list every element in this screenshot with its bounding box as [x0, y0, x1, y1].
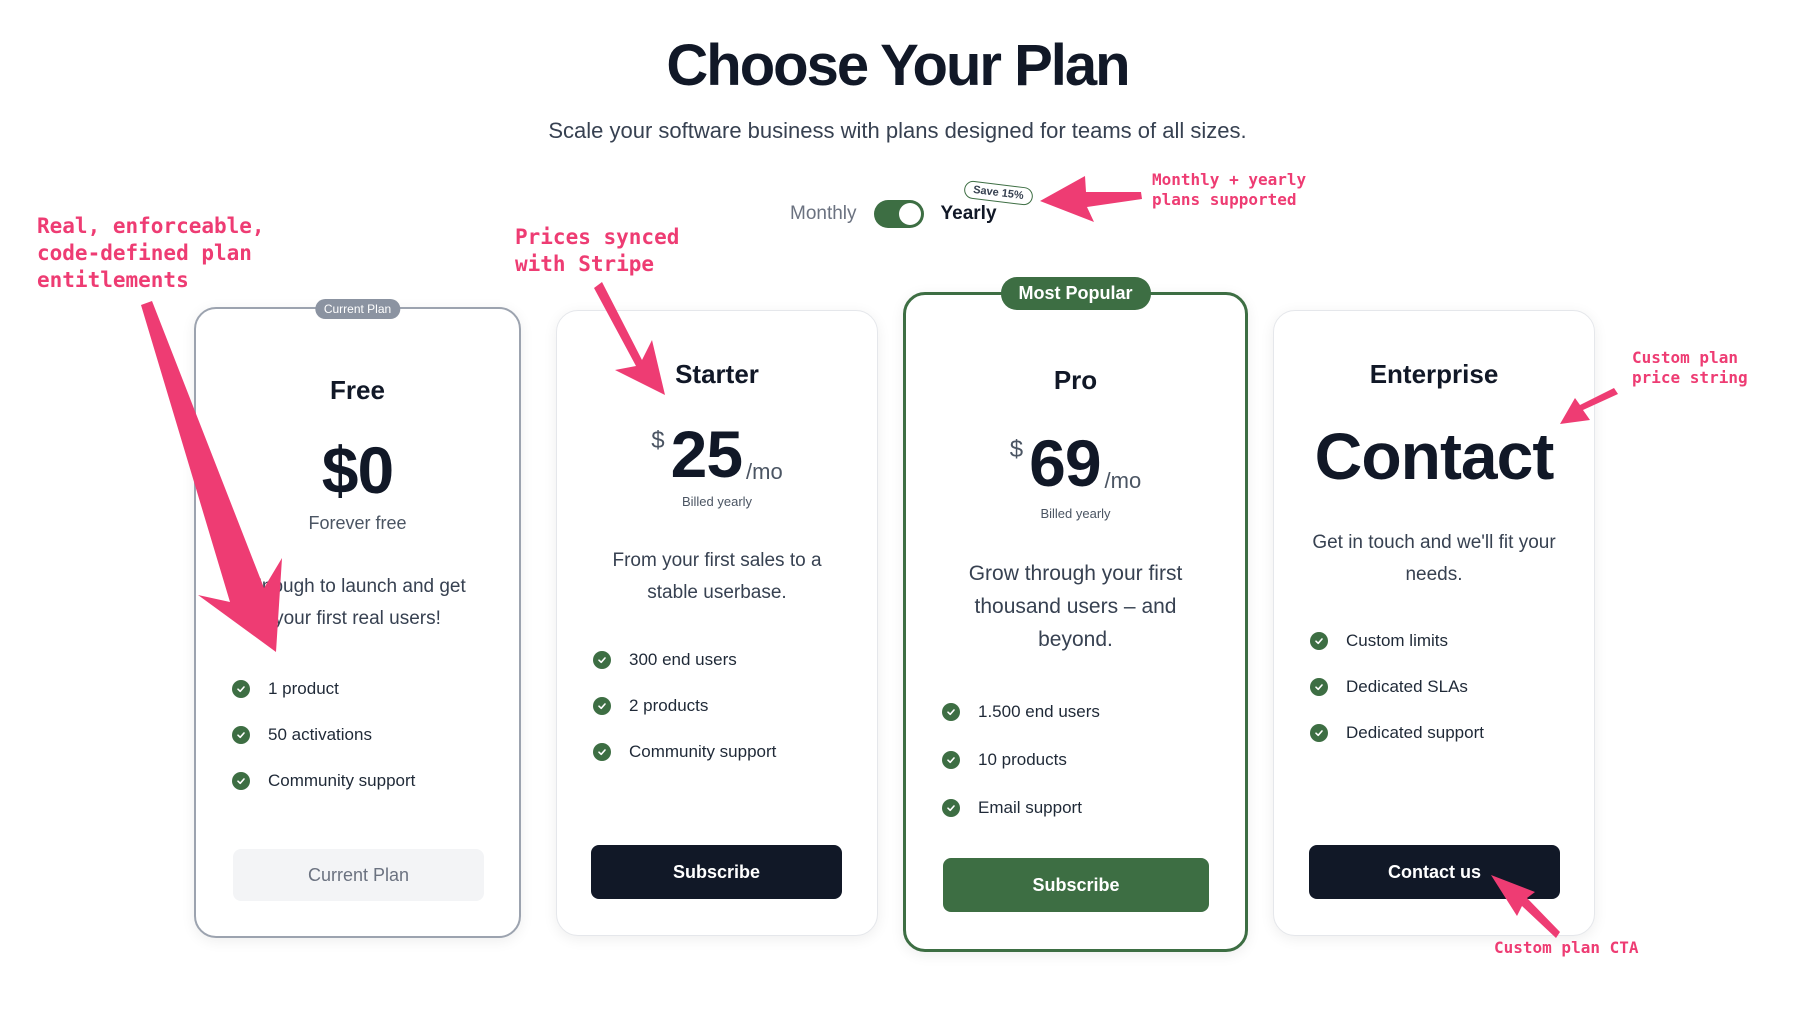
feature-label: 1 product	[268, 679, 339, 698]
feature-item: 10 products	[942, 736, 1225, 784]
feature-list: 1.500 end users 10 products Email suppor…	[942, 688, 1225, 832]
annotation-entitlements: Real, enforceable, code-defined plan ent…	[37, 214, 265, 292]
price-amount: 69	[1029, 426, 1101, 500]
current-plan-tag: Current Plan	[314, 299, 401, 319]
plan-description: Grow through your first thousand users –…	[968, 562, 1183, 651]
plan-name: Enterprise	[1369, 359, 1499, 389]
billing-toggle[interactable]	[873, 200, 924, 228]
plan-description: Enough to launch and get your first real…	[249, 576, 466, 629]
annotation-custom-cta: Custom plan CTA	[1494, 938, 1639, 957]
feature-label: 50 activations	[268, 725, 372, 744]
price-note: Billed yearly	[681, 494, 753, 509]
feature-label: Dedicated support	[1346, 723, 1484, 742]
check-icon	[942, 799, 960, 817]
feature-label: Email support	[978, 798, 1082, 817]
subscribe-starter-button[interactable]: Subscribe	[591, 845, 842, 899]
check-icon	[232, 680, 250, 698]
page-subtitle: Scale your software business with plans …	[548, 118, 1247, 143]
subscribe-pro-button[interactable]: Subscribe	[943, 858, 1209, 912]
check-icon	[1310, 678, 1328, 696]
feature-item: 1 product	[232, 666, 499, 712]
plan-card-free: Current Plan Free $0 Forever free Enough…	[194, 299, 521, 938]
page-title: Choose Your Plan	[666, 33, 1130, 98]
feature-item: Dedicated support	[1310, 710, 1574, 756]
check-icon	[1310, 632, 1328, 650]
feature-label: 2 products	[629, 696, 709, 715]
feature-list: 300 end users 2 products Community suppo…	[593, 637, 857, 775]
plan-name: Pro	[1053, 365, 1098, 395]
check-icon	[1310, 724, 1328, 742]
plan-name: Starter	[675, 359, 759, 389]
check-icon	[942, 751, 960, 769]
check-icon	[232, 726, 250, 744]
feature-label: Dedicated SLAs	[1346, 677, 1468, 696]
feature-label: 1.500 end users	[978, 702, 1100, 721]
price-period: /mo	[1104, 468, 1142, 493]
plan-description: Get in touch and we'll fit your needs.	[1312, 532, 1556, 585]
feature-item: 1.500 end users	[942, 688, 1225, 736]
most-popular-tag: Most Popular	[1000, 277, 1151, 310]
price-currency: $	[1009, 436, 1024, 463]
feature-list: 1 product 50 activations Community suppo…	[232, 666, 499, 804]
price-note: Forever free	[308, 513, 407, 533]
check-icon	[593, 743, 611, 761]
contact-us-button[interactable]: Contact us	[1309, 845, 1560, 899]
feature-list: Custom limits Dedicated SLAs Dedicated s…	[1310, 618, 1574, 756]
plan-card-enterprise: Enterprise Contact Get in touch and we'l…	[1273, 310, 1595, 936]
price: $0	[196, 437, 519, 503]
check-icon	[593, 697, 611, 715]
plan-card-pro: Most Popular Pro $ 69 /mo Billed yearly …	[903, 277, 1248, 952]
price-note: Billed yearly	[1040, 506, 1111, 521]
feature-item: 2 products	[593, 683, 857, 729]
feature-label: 300 end users	[629, 650, 737, 669]
price-currency: $	[651, 427, 665, 454]
check-icon	[232, 772, 250, 790]
billing-period-switch: Monthly Yearly	[790, 197, 997, 231]
annotation-custom-price: Custom plan price string	[1632, 348, 1748, 387]
feature-item: Community support	[593, 729, 857, 775]
check-icon	[942, 703, 960, 721]
check-icon	[593, 651, 611, 669]
feature-item: 50 activations	[232, 712, 499, 758]
feature-label: Community support	[629, 742, 777, 761]
plan-description: From your first sales to a stable userba…	[612, 550, 822, 603]
price-period: /mo	[746, 459, 783, 484]
monthly-option[interactable]: Monthly	[790, 203, 857, 225]
feature-item: Community support	[232, 758, 499, 804]
annotation-stripe: Prices synced with Stripe	[515, 225, 680, 276]
feature-item: 300 end users	[593, 637, 857, 683]
price-amount: $0	[321, 433, 394, 507]
price-amount: 25	[670, 417, 743, 491]
yearly-option[interactable]: Yearly	[941, 203, 997, 225]
feature-item: Custom limits	[1310, 618, 1574, 664]
price: $ 25 /mo	[557, 421, 877, 487]
feature-item: Dedicated SLAs	[1310, 664, 1574, 710]
annotation-billing-modes: Monthly + yearly plans supported	[1152, 170, 1307, 209]
feature-label: 10 products	[978, 750, 1067, 769]
feature-item: Email support	[942, 784, 1225, 832]
plan-name: Free	[330, 375, 385, 405]
current-plan-button[interactable]: Current Plan	[233, 849, 484, 901]
billing-modes-arrow	[1040, 176, 1142, 222]
feature-label: Custom limits	[1346, 631, 1449, 650]
feature-label: Community support	[268, 771, 416, 790]
plan-card-starter: Starter $ 25 /mo Billed yearly From your…	[556, 310, 878, 936]
toggle-knob	[898, 203, 921, 225]
custom-price-text: Contact	[1314, 419, 1555, 493]
price: $ 69 /mo	[906, 430, 1245, 496]
